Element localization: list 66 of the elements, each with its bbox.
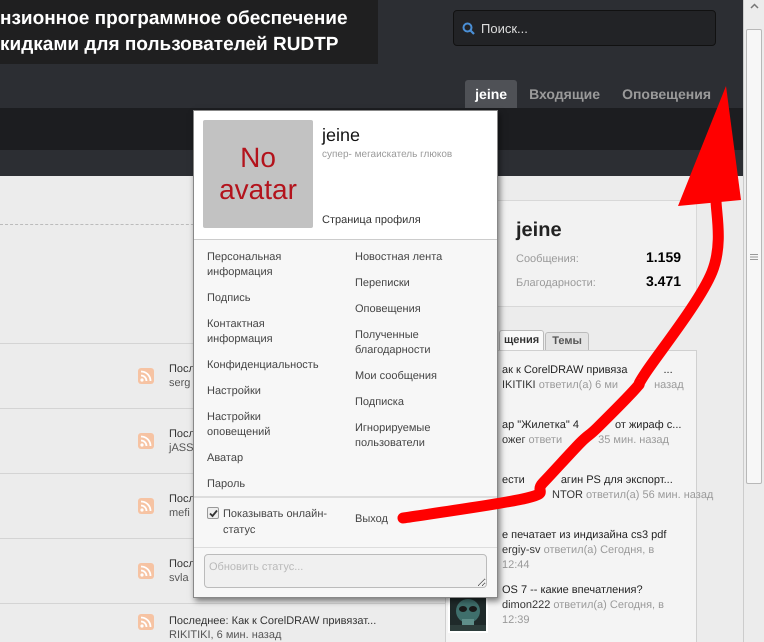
user-link[interactable]: ergiy-sv (502, 544, 541, 556)
last-post-author: svla (169, 571, 189, 585)
menu-link[interactable]: Персональная информация (207, 250, 321, 280)
menu-link[interactable]: Настройки (207, 384, 321, 399)
user-name[interactable]: jeine (516, 219, 562, 241)
rss-icon[interactable] (138, 368, 154, 384)
user-title: супер- мегаискатель глюков (322, 148, 452, 162)
scrollbar[interactable] (743, 0, 764, 642)
menu-link[interactable]: Пароль (207, 477, 321, 492)
menu-link[interactable]: Подпись (207, 291, 321, 306)
thread-title-link[interactable]: ак к CorelDRAW привяза ... (502, 363, 673, 378)
user-link[interactable]: dimon222 (502, 599, 550, 611)
menu-link[interactable]: Настройки оповещений (207, 410, 321, 440)
rss-icon[interactable] (138, 563, 154, 579)
scrollbar-thumb[interactable] (746, 29, 762, 484)
stat-label: Благодарности: (516, 276, 597, 291)
menu-link[interactable]: Подписка (355, 395, 469, 410)
thread-title-link[interactable]: ести агин PS для экспорт... (502, 473, 673, 488)
checkbox-label: Показывать онлайн-статус (223, 507, 328, 538)
nav-tab[interactable]: Входящие (519, 80, 610, 108)
last-post-author: mefi (169, 506, 190, 520)
grip-icon (750, 252, 758, 260)
user-name: jeine (322, 125, 360, 145)
scroll-up-icon[interactable] (750, 2, 758, 11)
stat-label: Сообщения: (516, 252, 580, 267)
search-field[interactable]: Поиск... (453, 10, 716, 46)
nav-tab[interactable]: Оповещения (612, 80, 721, 108)
stat-value: 1.159 (646, 248, 682, 267)
last-post-author: RIKITIKI, 6 мин. назад (169, 628, 282, 642)
menu-link[interactable]: Переписки (355, 276, 469, 291)
reply-info: NTOR ответил(а) 56 мин. назад (551, 488, 714, 503)
menu-link[interactable]: Новостная лента (355, 250, 469, 265)
status-field[interactable]: Обновить статус... (204, 554, 487, 588)
menu-link[interactable]: Контактная информация (207, 317, 321, 347)
rss-icon[interactable] (138, 614, 154, 630)
user-link[interactable]: IKITIKI (502, 379, 536, 391)
search-icon (462, 22, 475, 35)
rss-icon[interactable] (138, 433, 154, 449)
thread-title-link[interactable]: е печатает из индизайна cs3 pdf (502, 528, 666, 543)
rss-icon[interactable] (138, 498, 154, 514)
no-avatar-placeholder[interactable]: No avatar (203, 120, 313, 228)
reply-info: dimon222 ответил(а) Сегодня, в 12:39 (502, 598, 665, 628)
checkbox[interactable] (207, 507, 219, 519)
menu-link[interactable]: Конфиденциальность (207, 358, 321, 373)
site-logo[interactable]: нзионное программное обеспечение кидками для пользователей RUDTP (0, 0, 378, 64)
profile-link[interactable]: Страница профиля (322, 212, 421, 228)
reply-info: ergiy-sv ответил(а) Сегодня, в 12:44 (502, 543, 656, 573)
menu-link[interactable]: Оповещения (355, 302, 469, 317)
reply-info: IKITIKI ответил(а) 6 ми назад (502, 378, 684, 393)
user-link[interactable]: NTOR (552, 489, 583, 501)
menu-link[interactable]: Полученные благодарности (355, 328, 469, 358)
last-post-author: jASS (169, 441, 194, 455)
last-post-author: serg (169, 376, 190, 390)
reply-info: ожег ответи 35 мин. назад (502, 433, 669, 448)
user-link[interactable]: ожег (502, 434, 526, 446)
sidebar-tab[interactable]: Темы (545, 332, 589, 350)
thread-title-link[interactable]: ар "Жилетка" 4 от жираф с... (502, 418, 682, 433)
nav-tab[interactable]: jeine (465, 80, 518, 108)
sidebar-tab[interactable]: щения (499, 330, 544, 350)
menu-link[interactable]: Игнорируемые пользователи (355, 421, 469, 451)
thread-title-link[interactable]: OS 7 -- какие впечатления? (502, 583, 643, 598)
stat-value: 3.471 (646, 272, 682, 291)
logout-link[interactable]: Выход (355, 513, 388, 525)
menu-link[interactable]: Мои сообщения (355, 369, 469, 384)
menu-link[interactable]: Аватар (207, 451, 321, 466)
last-post-link[interactable]: Последнее: Как к CorelDRAW привязат... (169, 614, 376, 628)
